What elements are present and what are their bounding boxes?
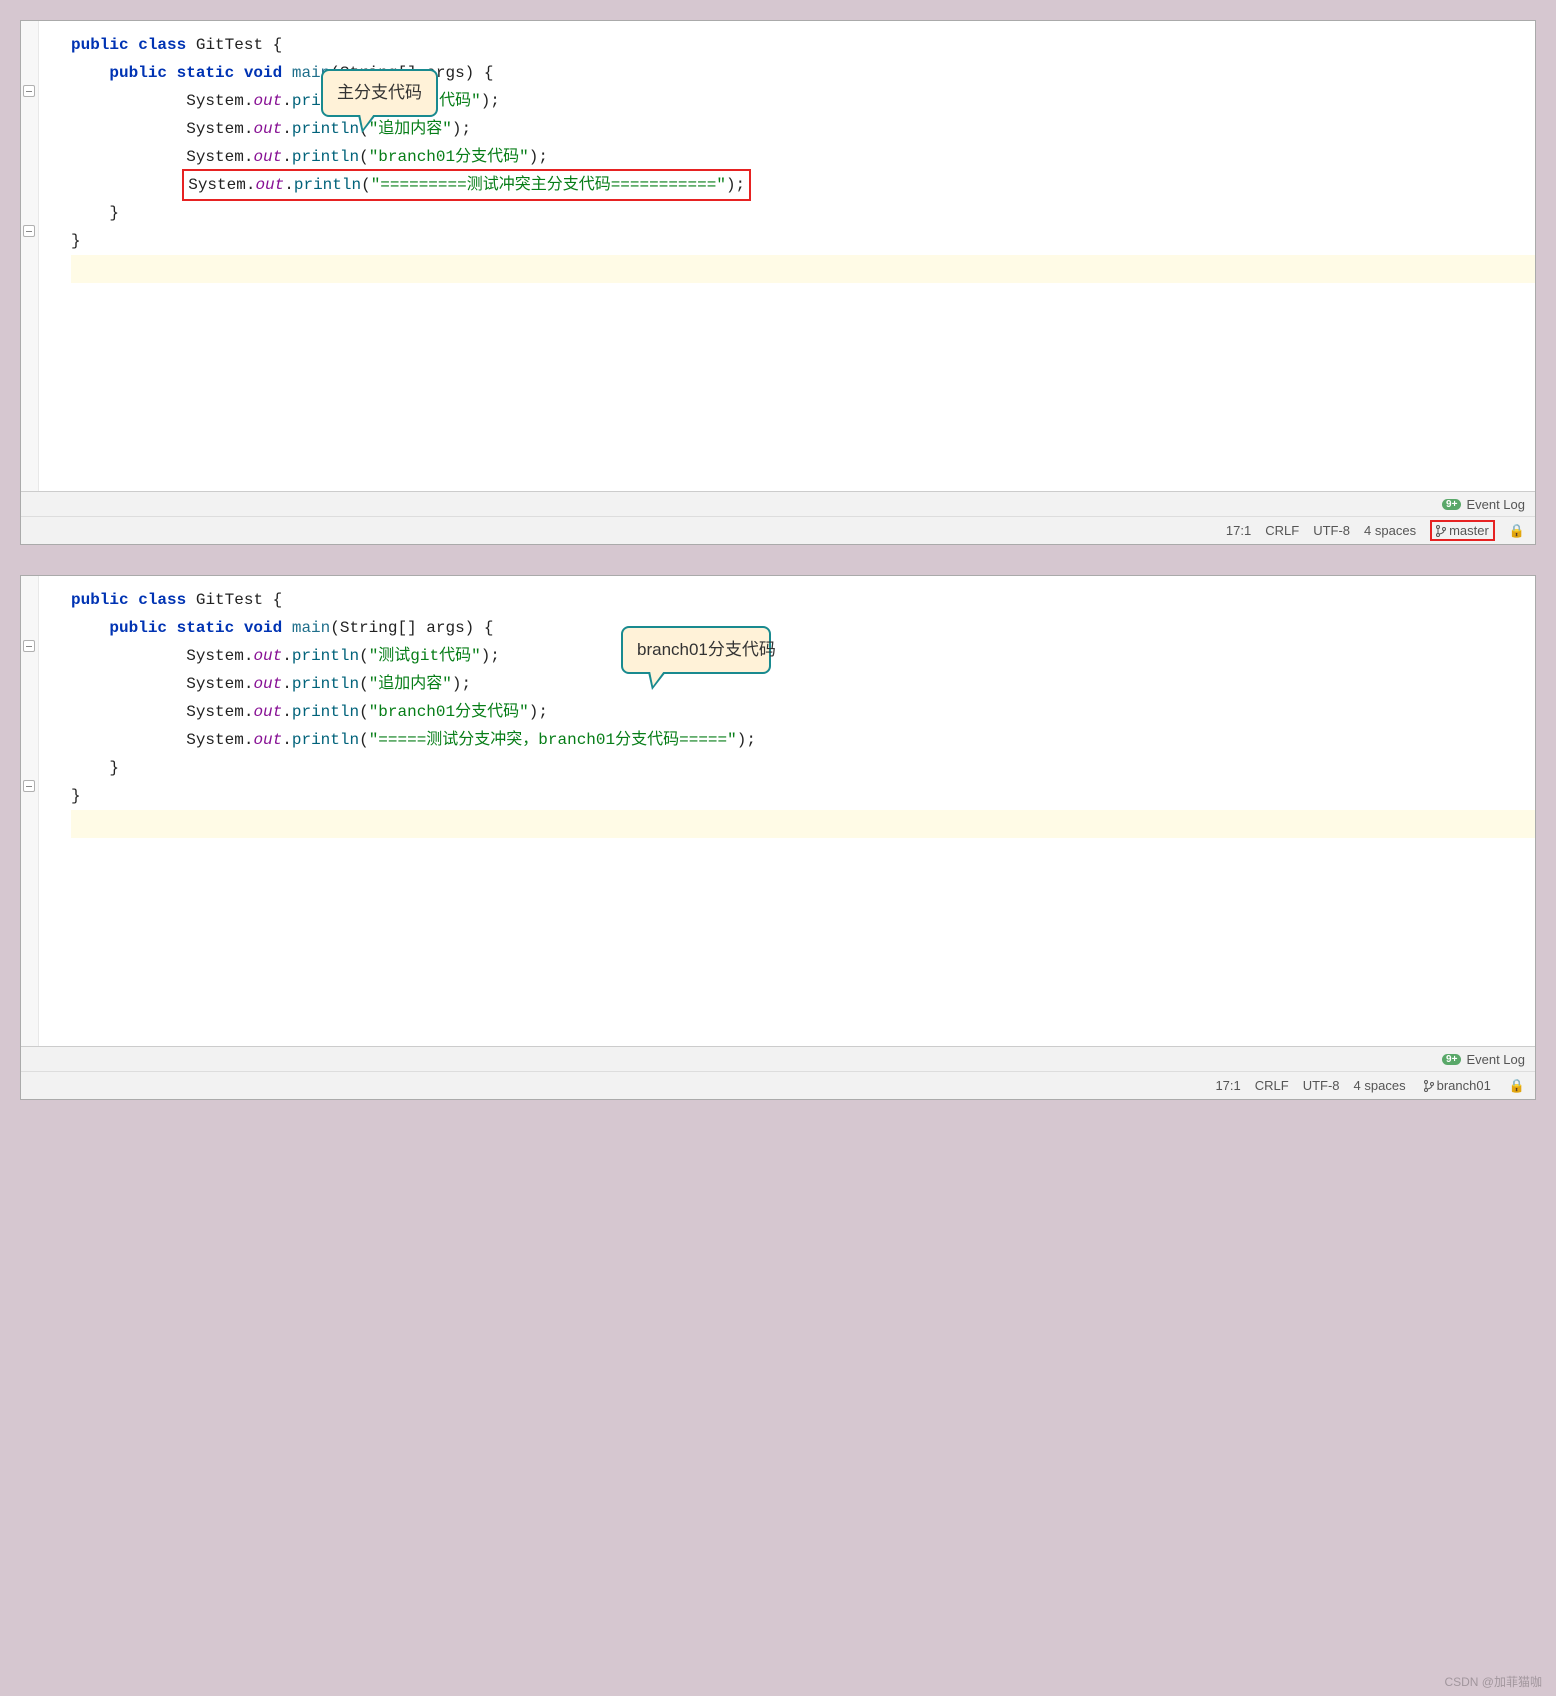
branch-icon (1424, 1080, 1434, 1092)
fold-marker[interactable] (23, 640, 35, 652)
annotation-callout: branch01分支代码 (621, 626, 771, 674)
file-encoding[interactable]: UTF-8 (1313, 523, 1350, 538)
code-line[interactable]: System.out.println("追加内容"); (71, 115, 1535, 143)
code-line[interactable]: System.out.println("branch01分支代码"); (71, 698, 1535, 726)
fold-marker[interactable] (23, 85, 35, 97)
code-line[interactable]: } (71, 754, 1535, 782)
code-line[interactable]: System.out.println("测试git代码"); (71, 87, 1535, 115)
code-line[interactable]: public class GitTest { (71, 586, 1535, 614)
code-line[interactable]: System.out.println("=========测试冲突主分支代码==… (71, 171, 1535, 199)
fold-marker[interactable] (23, 225, 35, 237)
file-encoding[interactable]: UTF-8 (1303, 1078, 1340, 1093)
annotation-callout: 主分支代码 (321, 69, 438, 117)
indent-setting[interactable]: 4 spaces (1354, 1078, 1406, 1093)
git-branch-indicator[interactable]: master (1430, 520, 1495, 541)
event-log-bar[interactable]: 9+ Event Log (21, 1047, 1535, 1071)
status-bar: 17:1 CRLF UTF-8 4 spaces master 🔒 (21, 516, 1535, 544)
branch-name: branch01 (1437, 1078, 1491, 1093)
code-line[interactable]: System.out.println("测试git代码"); (71, 642, 1535, 670)
editor-gutter[interactable] (21, 576, 39, 1046)
cursor-position[interactable]: 17:1 (1226, 523, 1251, 538)
event-log-label[interactable]: Event Log (1466, 497, 1525, 512)
code-area[interactable]: 主分支代码 public class GitTest { public stati… (21, 21, 1535, 491)
highlighted-code-line: System.out.println("=========测试冲突主分支代码==… (182, 169, 751, 201)
code-editor-pane: 主分支代码 public class GitTest { public stati… (20, 20, 1536, 545)
event-log-label[interactable]: Event Log (1466, 1052, 1525, 1067)
notification-badge: 9+ (1442, 1054, 1461, 1065)
code-line[interactable]: System.out.println("=====测试分支冲突，branch01… (71, 726, 1535, 754)
branch-icon (1436, 525, 1446, 537)
line-separator[interactable]: CRLF (1255, 1078, 1289, 1093)
indent-setting[interactable]: 4 spaces (1364, 523, 1416, 538)
code-line[interactable]: public class GitTest { (71, 31, 1535, 59)
code-line[interactable]: } (71, 782, 1535, 810)
cursor-position[interactable]: 17:1 (1215, 1078, 1240, 1093)
status-bar: 17:1 CRLF UTF-8 4 spaces branch01 🔒 (21, 1071, 1535, 1099)
caret-line[interactable] (71, 810, 1535, 838)
code-line[interactable]: } (71, 199, 1535, 227)
git-branch-indicator[interactable]: branch01 (1420, 1077, 1495, 1094)
code-line[interactable]: public static void main(String[] args) { (71, 614, 1535, 642)
code-line[interactable]: public static void main(String[] args) { (71, 59, 1535, 87)
code-area[interactable]: branch01分支代码 public class GitTest { publi… (21, 576, 1535, 1046)
line-separator[interactable]: CRLF (1265, 523, 1299, 538)
branch-name: master (1449, 523, 1489, 538)
code-editor-pane: branch01分支代码 public class GitTest { publi… (20, 575, 1536, 1100)
notification-badge: 9+ (1442, 499, 1461, 510)
lock-icon[interactable]: 🔒 (1509, 523, 1525, 539)
event-log-bar[interactable]: 9+ Event Log (21, 492, 1535, 516)
editor-gutter[interactable] (21, 21, 39, 491)
watermark-text: CSDN @加菲猫咖 (1444, 1673, 1542, 1690)
caret-line[interactable] (71, 255, 1535, 283)
code-line[interactable]: System.out.println("branch01分支代码"); (71, 143, 1535, 171)
code-line[interactable]: System.out.println("追加内容"); (71, 670, 1535, 698)
code-line[interactable]: } (71, 227, 1535, 255)
fold-marker[interactable] (23, 780, 35, 792)
lock-icon[interactable]: 🔒 (1509, 1078, 1525, 1094)
